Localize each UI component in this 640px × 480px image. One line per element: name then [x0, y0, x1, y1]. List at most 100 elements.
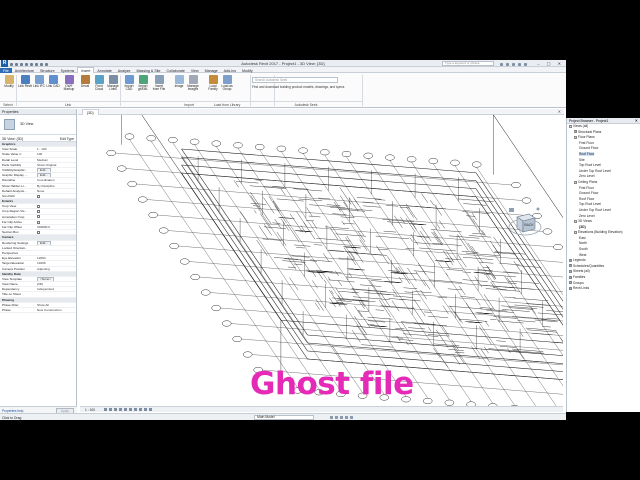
window-controls[interactable]: – ▢ ✕ [537, 61, 564, 66]
dwf-markup-button[interactable]: DWF Markup [62, 75, 76, 92]
link-revit-button[interactable]: Link Revit [18, 75, 32, 88]
grid-bubble-icon [444, 399, 455, 406]
model-line [448, 349, 464, 351]
expand-icon[interactable]: + [569, 281, 572, 285]
browser-node-label: {3D} [579, 224, 586, 229]
model-line [449, 305, 461, 322]
model-line [357, 231, 366, 243]
close-browser-icon[interactable]: ✕ [635, 118, 638, 123]
model-line [274, 219, 282, 229]
expand-icon[interactable]: + [574, 130, 577, 134]
model-line [302, 261, 311, 273]
type-selector[interactable]: 3D View [0, 115, 76, 135]
close-view-icon[interactable]: ✕ [558, 109, 561, 114]
collapse-icon[interactable]: - [569, 124, 572, 128]
import-gbxml-icon [138, 75, 148, 84]
model-line [298, 198, 323, 202]
model-line [396, 335, 401, 342]
autodesk-seek-search[interactable]: Search Autodesk Seek [252, 77, 338, 83]
model-line [476, 167, 563, 296]
modify-button[interactable]: Modify [2, 75, 16, 88]
model-line [423, 279, 431, 290]
checkbox[interactable] [37, 220, 40, 224]
help-search-input[interactable]: Type a keyword or phrase [442, 61, 494, 66]
model-line [405, 248, 415, 250]
viewcube-icon[interactable]: BACK [508, 205, 542, 241]
manage-links-icon [108, 75, 118, 84]
grid-bubble-icon [127, 180, 137, 188]
manage-images-button[interactable]: Manage Images [186, 75, 200, 92]
model-line [291, 255, 310, 258]
model-line [496, 340, 506, 342]
point-cloud-button[interactable]: Point Cloud [92, 75, 106, 92]
image-button[interactable]: Image [172, 75, 186, 88]
manage-links-button[interactable]: Manage Links [106, 75, 120, 92]
view-control-icons[interactable] [104, 408, 154, 412]
collapse-icon[interactable]: - [574, 230, 577, 234]
edit-type-button[interactable]: Edit Type [60, 137, 74, 141]
model-line [485, 320, 489, 327]
model-line [351, 288, 387, 292]
model-line [329, 297, 336, 308]
model-line [481, 284, 516, 289]
model-line [272, 200, 279, 210]
model-line [181, 164, 477, 190]
checkbox[interactable] [37, 215, 40, 219]
insert-from-file-button[interactable]: Insert from File [152, 75, 166, 92]
link-ifc-button[interactable]: Link IFC [32, 75, 46, 88]
decal-button[interactable]: Decal [78, 75, 92, 88]
model-line [467, 242, 476, 255]
ribbon-button-label: Load as Group [221, 84, 233, 92]
ribbon-button-label: Insert from File [152, 84, 166, 92]
load-as-group-button[interactable]: Load as Group [220, 75, 234, 92]
ribbon-button-label: Import CAD [124, 84, 134, 92]
browser-node-label: Ground Floor [579, 191, 599, 196]
link-cad-button[interactable]: Link CAD [46, 75, 60, 88]
collapse-icon[interactable]: - [574, 180, 577, 184]
model-line [493, 252, 516, 255]
instance-selector[interactable]: 3D View: {3D} Edit Type [0, 135, 76, 142]
browser-node[interactable]: +Revit Links [567, 286, 640, 292]
expand-icon[interactable]: + [569, 286, 572, 290]
active-workset-field[interactable]: Main Model [254, 415, 314, 420]
model-line [368, 320, 386, 323]
model-line [378, 248, 389, 251]
browser-node-label: North [579, 241, 588, 246]
model-line [351, 291, 359, 293]
link-revit-icon [20, 75, 30, 84]
checkbox[interactable] [37, 210, 40, 214]
load-family-button[interactable]: Load Family [206, 75, 220, 92]
model-line [283, 223, 290, 231]
status-icons[interactable] [330, 416, 355, 420]
model-line [307, 334, 563, 356]
model-line [504, 296, 516, 299]
model-line [194, 144, 363, 393]
model-line [181, 172, 477, 198]
expand-icon[interactable]: + [569, 270, 572, 274]
property-value[interactable]: New Construction [37, 308, 75, 312]
model-line [516, 265, 541, 268]
checkbox[interactable] [37, 230, 40, 234]
view-scale-label[interactable]: 1 : 100 [85, 408, 95, 412]
ghost-file-caption: Ghost file [250, 366, 414, 402]
checkbox[interactable] [37, 194, 40, 198]
grid-bubble-icon [298, 147, 308, 154]
import-gbxml-button[interactable]: Import gbXML [136, 75, 150, 92]
drawing-canvas[interactable] [80, 115, 563, 406]
collapse-icon[interactable]: - [574, 135, 577, 139]
model-line [447, 288, 462, 291]
model-line [406, 206, 414, 218]
model-line [293, 263, 303, 265]
expand-icon[interactable]: + [569, 275, 572, 279]
modify-icon [4, 75, 14, 84]
model-line [181, 148, 308, 336]
expand-icon[interactable]: + [569, 264, 572, 268]
import-cad-button[interactable]: Import CAD [122, 75, 136, 92]
load-as-group-icon [222, 75, 232, 84]
model-line [499, 263, 520, 266]
collapse-icon[interactable]: - [574, 219, 577, 223]
expand-icon[interactable]: + [569, 258, 572, 262]
model-line [271, 186, 309, 190]
grid-bubble-icon [146, 135, 156, 142]
checkbox[interactable] [37, 204, 40, 208]
